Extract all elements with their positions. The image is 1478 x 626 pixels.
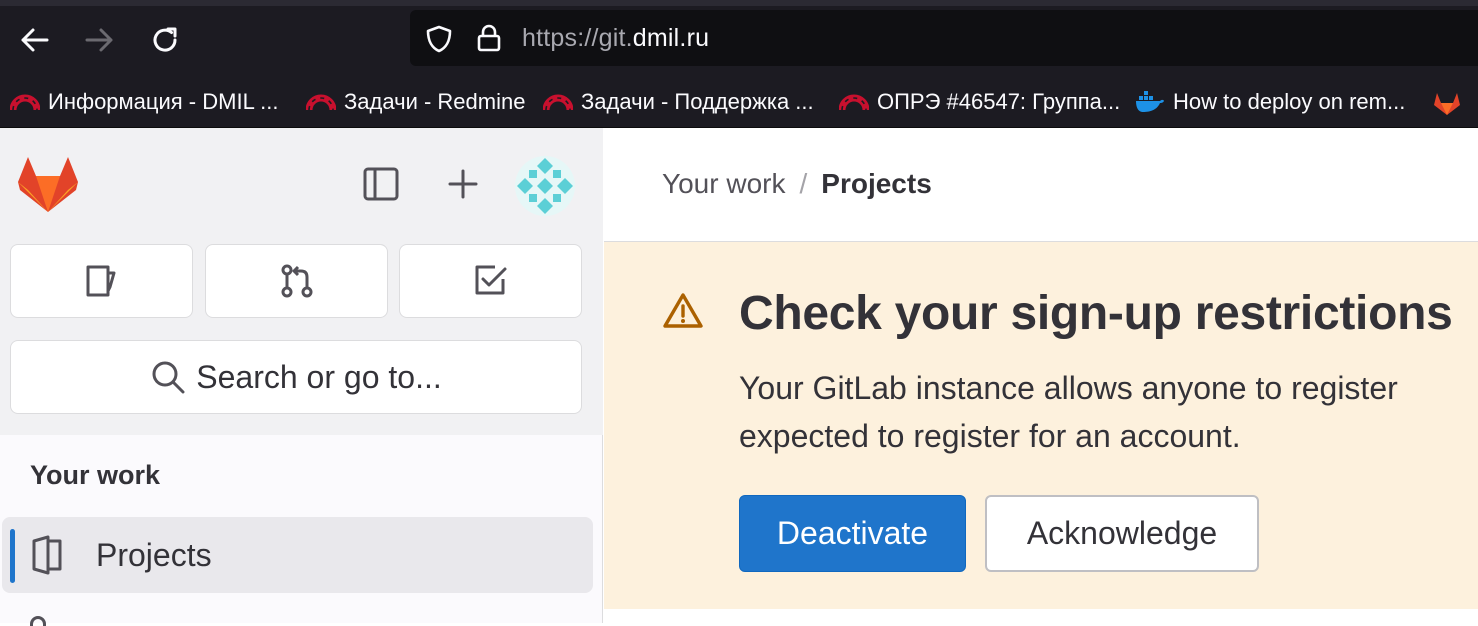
sidebar-toggle-icon[interactable] bbox=[361, 164, 401, 204]
url-text[interactable]: https://git.dmil.ru bbox=[522, 24, 709, 53]
breadcrumb-separator: / bbox=[799, 168, 808, 199]
lock-icon[interactable] bbox=[476, 23, 502, 57]
alert-body-line: expected to register for an account. bbox=[739, 418, 1241, 454]
redmine-icon bbox=[838, 90, 870, 114]
signup-restrictions-alert: Check your sign-up restrictions Your Git… bbox=[604, 242, 1478, 609]
search-label: Search or go to... bbox=[196, 358, 442, 395]
back-arrow-icon[interactable] bbox=[14, 20, 54, 60]
alert-title: Check your sign-up restrictions bbox=[739, 287, 1453, 340]
redmine-icon bbox=[542, 90, 574, 114]
breadcrumb-parent[interactable]: Your work bbox=[662, 168, 785, 199]
alert-body-line: Your GitLab instance allows anyone to re… bbox=[739, 370, 1398, 406]
bookmark-item[interactable]: Задачи - Поддержка ... bbox=[542, 86, 814, 118]
shield-icon[interactable] bbox=[424, 24, 454, 58]
forward-arrow-icon[interactable] bbox=[80, 20, 120, 60]
redmine-icon bbox=[305, 90, 337, 114]
issues-button[interactable] bbox=[10, 244, 193, 318]
docker-icon bbox=[1135, 90, 1165, 114]
sidebar-header: Search or go to... bbox=[0, 128, 603, 435]
sidebar: Search or go to... Your work Projects bbox=[0, 128, 603, 626]
gitlab-logo-icon[interactable] bbox=[16, 154, 80, 218]
gitlab-icon bbox=[1432, 90, 1462, 115]
merge-requests-button[interactable] bbox=[205, 244, 388, 318]
sidebar-item-label: Projects bbox=[96, 537, 212, 573]
todo-button[interactable] bbox=[399, 244, 582, 318]
browser-toolbar: https://git.dmil.ru bbox=[0, 0, 1478, 78]
breadcrumb-current[interactable]: Projects bbox=[821, 168, 932, 199]
alert-body: Your GitLab instance allows anyone to re… bbox=[739, 364, 1478, 460]
bookmark-item[interactable] bbox=[1432, 86, 1470, 118]
plus-icon[interactable] bbox=[443, 164, 483, 204]
deactivate-button[interactable]: Deactivate bbox=[739, 495, 966, 572]
sidebar-item-projects[interactable]: Projects bbox=[2, 517, 593, 593]
search-button[interactable]: Search or go to... bbox=[10, 340, 582, 414]
bookmark-item[interactable]: How to deploy on rem... bbox=[1135, 86, 1405, 118]
project-icon bbox=[30, 535, 64, 579]
bookmark-item[interactable]: ОПРЭ #46547: Группа... bbox=[838, 86, 1120, 118]
redmine-icon bbox=[9, 90, 41, 114]
todo-checkbox-icon bbox=[475, 265, 506, 295]
merge-request-icon bbox=[281, 264, 312, 298]
issues-icon bbox=[86, 265, 115, 297]
warning-icon bbox=[662, 292, 704, 334]
reload-icon[interactable] bbox=[145, 20, 185, 60]
section-title: Your work bbox=[30, 460, 161, 490]
bookmark-item[interactable]: Задачи - Redmine bbox=[305, 86, 525, 118]
bookmarks-bar: Информация - DMIL ... Задачи - Redmine З… bbox=[0, 78, 1478, 128]
partial-nav-icon[interactable] bbox=[30, 616, 46, 626]
search-icon bbox=[152, 361, 185, 394]
breadcrumb: Your work / Projects bbox=[662, 168, 932, 200]
acknowledge-button[interactable]: Acknowledge bbox=[985, 495, 1259, 572]
address-bar[interactable]: https://git.dmil.ru bbox=[410, 10, 1478, 66]
bookmark-item[interactable]: Информация - DMIL ... bbox=[9, 86, 278, 118]
avatar[interactable] bbox=[515, 156, 575, 216]
active-indicator bbox=[10, 529, 15, 583]
